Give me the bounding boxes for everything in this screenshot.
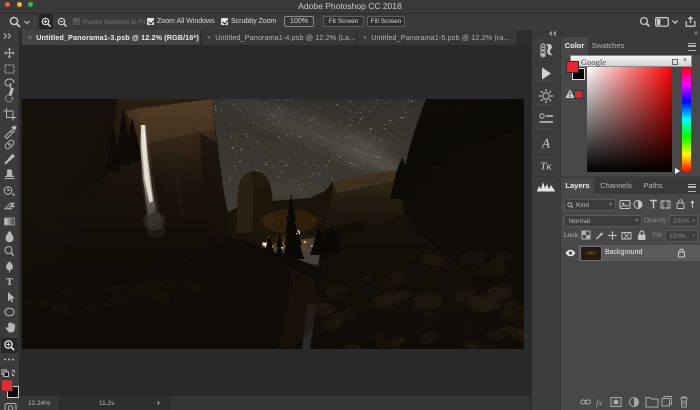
svg-text:A: A (541, 136, 550, 151)
svg-text:Tκ: Tκ (540, 161, 552, 173)
svg-text:fx: fx (596, 398, 602, 408)
svg-text:T: T (6, 276, 14, 288)
